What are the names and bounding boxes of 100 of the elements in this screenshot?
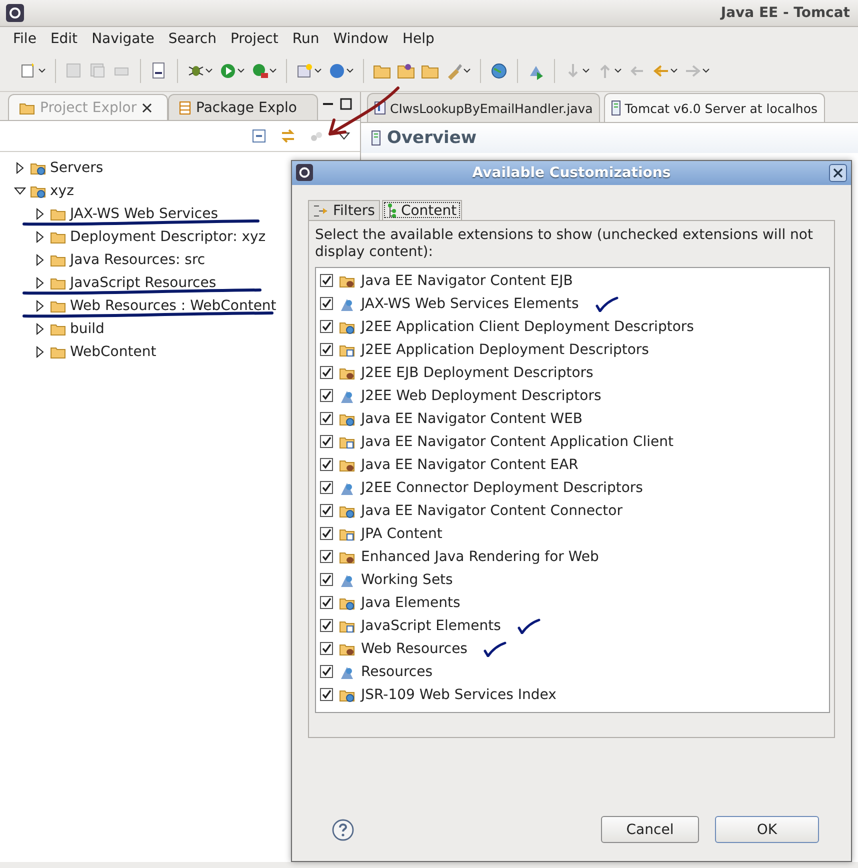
editor-tab[interactable]: Tomcat v6.0 Server at localhos xyxy=(604,93,824,122)
help-icon[interactable] xyxy=(332,818,354,840)
checkbox[interactable] xyxy=(320,412,333,425)
extension-label[interactable]: Java Elements xyxy=(361,594,460,610)
menu-item[interactable]: File xyxy=(6,31,44,47)
expanded-arrow-icon[interactable] xyxy=(14,184,26,196)
dialog-button[interactable]: OK xyxy=(715,816,819,843)
checkbox[interactable] xyxy=(320,573,333,586)
globe-icon[interactable] xyxy=(490,62,508,80)
extension-label[interactable]: Resources xyxy=(361,664,432,680)
tree-item[interactable]: Web Resources : WebContent xyxy=(70,298,276,314)
dialog-button[interactable]: Cancel xyxy=(601,816,699,843)
extension-label[interactable]: J2EE Application Client Deployment Descriptors xyxy=(361,318,694,334)
collapsed-arrow-icon[interactable] xyxy=(34,346,46,358)
extension-label[interactable]: J2EE Application Deployment Descriptors xyxy=(361,342,649,358)
collapsed-arrow-icon[interactable] xyxy=(34,230,46,242)
tree-item[interactable]: xyz xyxy=(50,182,74,198)
collapsed-arrow-icon[interactable] xyxy=(34,254,46,266)
collapsed-arrow-icon[interactable] xyxy=(34,276,46,288)
extension-label[interactable]: J2EE Web Deployment Descriptors xyxy=(361,388,602,404)
folder-icon xyxy=(19,100,35,114)
extension-label[interactable]: JPA Content xyxy=(361,526,442,542)
tree-item[interactable]: build xyxy=(70,320,104,336)
tree-item[interactable]: Deployment Descriptor: xyz xyxy=(70,228,266,244)
checkbox[interactable] xyxy=(320,504,333,517)
extension-label[interactable]: J2EE EJB Deployment Descriptors xyxy=(361,364,594,380)
view-menu-icon[interactable] xyxy=(338,132,350,140)
tree-item[interactable]: Java Resources: src xyxy=(70,252,206,268)
folder-icon xyxy=(339,342,355,356)
extension-label[interactable]: Enhanced Java Rendering for Web xyxy=(361,548,599,564)
dialog-tab[interactable]: Content xyxy=(382,200,462,220)
checkbox[interactable] xyxy=(320,435,333,448)
menu-item[interactable]: Project xyxy=(223,31,286,47)
extension-label[interactable]: JavaScript Elements xyxy=(361,618,501,634)
extension-label[interactable]: J2EE Connector Deployment Descriptors xyxy=(361,480,643,496)
checkbox[interactable] xyxy=(320,343,333,356)
collapsed-arrow-icon[interactable] xyxy=(34,322,46,334)
collapsed-arrow-icon[interactable] xyxy=(34,208,46,220)
view-tab[interactable]: Package Explo xyxy=(168,94,318,120)
checkbox[interactable] xyxy=(320,619,333,632)
collapse-all-icon[interactable] xyxy=(252,129,266,143)
folder-icon xyxy=(50,344,66,358)
extension-label[interactable]: Java EE Navigator Content WEB xyxy=(361,410,583,426)
menu-item[interactable]: Run xyxy=(285,31,326,47)
checkbox[interactable] xyxy=(320,481,333,494)
folder-icon xyxy=(339,526,355,540)
checkbox[interactable] xyxy=(320,389,333,402)
menu-item[interactable]: Window xyxy=(326,31,396,47)
checkbox[interactable] xyxy=(320,297,333,310)
checkbox[interactable] xyxy=(320,366,333,379)
filter-arrows-icon xyxy=(313,204,329,218)
extension-label[interactable]: Java EE Navigator Content Connector xyxy=(361,502,622,518)
menu-item[interactable]: Search xyxy=(161,31,224,47)
run-icon[interactable] xyxy=(219,62,245,80)
checkbox[interactable] xyxy=(320,688,333,701)
checkbox[interactable] xyxy=(320,596,333,609)
checkbox[interactable] xyxy=(320,550,333,563)
extension-label[interactable]: JAX-WS Web Services Elements xyxy=(361,296,579,312)
checkbox[interactable] xyxy=(320,642,333,655)
folder-icon xyxy=(339,596,355,610)
collapsed-arrow-icon[interactable] xyxy=(14,162,26,174)
new-server-icon[interactable] xyxy=(296,62,322,80)
folder-icon xyxy=(50,252,66,266)
folder-icon xyxy=(339,504,355,518)
collapsed-arrow-icon[interactable] xyxy=(34,300,46,312)
tree-item[interactable]: JavaScript Resources xyxy=(70,274,216,290)
extension-label[interactable]: Java EE Navigator Content Application Client xyxy=(361,434,674,450)
extension-label[interactable]: Web Resources xyxy=(361,640,468,656)
checkbox[interactable] xyxy=(320,458,333,471)
checkbox[interactable] xyxy=(320,274,333,287)
editor-tab[interactable]: CIwsLookupByEmailHandler.java xyxy=(367,93,600,122)
extension-label[interactable]: Java EE Navigator Content EJB xyxy=(361,272,573,288)
extension-label[interactable]: Java EE Navigator Content EAR xyxy=(361,456,578,472)
checkbox[interactable] xyxy=(320,527,333,540)
folder-icon xyxy=(50,298,66,312)
tree-item[interactable]: Servers xyxy=(50,160,104,176)
run-server-icon[interactable] xyxy=(251,62,277,80)
checkbox[interactable] xyxy=(320,320,333,333)
open-folder-icon[interactable] xyxy=(397,62,415,80)
extension-label[interactable]: JSR-109 Web Services Index xyxy=(361,686,556,702)
dialog-tab[interactable]: Filters xyxy=(308,200,380,220)
folder-icon xyxy=(339,688,355,702)
extension-label[interactable]: Working Sets xyxy=(361,572,453,588)
description-text: Select the available extensions to show (unchecked extensions will not display content): xyxy=(315,227,814,261)
close-icon xyxy=(833,168,843,178)
folder-icon xyxy=(50,206,66,220)
menu-item[interactable]: Edit xyxy=(43,31,85,47)
folder-icon xyxy=(339,434,355,448)
menu-item[interactable]: Navigate xyxy=(84,31,162,47)
folder-icon xyxy=(339,618,355,632)
menu-item[interactable]: Help xyxy=(395,31,442,47)
close-button[interactable] xyxy=(829,164,847,182)
tree-item[interactable]: WebContent xyxy=(70,344,156,360)
editor-heading: Overview xyxy=(387,128,477,148)
tree-item[interactable]: JAX-WS Web Services xyxy=(70,206,218,222)
folder-icon xyxy=(339,642,355,656)
new-icon[interactable] xyxy=(20,62,46,80)
checkbox[interactable] xyxy=(320,665,333,678)
close-icon[interactable] xyxy=(142,102,152,112)
maximize-icon[interactable] xyxy=(340,98,352,110)
